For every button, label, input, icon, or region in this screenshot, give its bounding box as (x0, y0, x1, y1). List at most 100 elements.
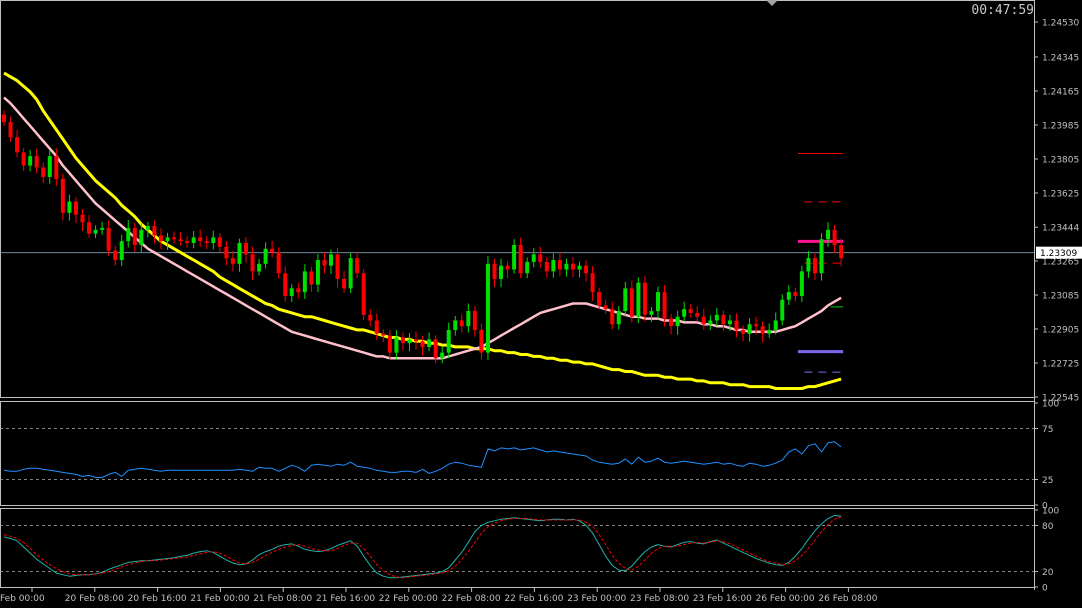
candle-body (41, 167, 46, 177)
candle-body (230, 258, 235, 264)
price-tick-label: 1.23444 (1042, 224, 1079, 234)
stochastic-panel-frame (0, 508, 1035, 588)
trading-chart-window: 00:47:59 1.24530 1.24345 1.24165 1.23985 1.2… (0, 0, 1082, 608)
time-tick-label: 23 Feb 00:00 (567, 594, 626, 604)
candle-body (420, 341, 425, 347)
candle-body (237, 243, 242, 264)
candle-body (812, 258, 817, 274)
time-tick-label: 22 Feb 08:00 (442, 594, 501, 604)
candle-body (172, 237, 177, 240)
stochastic-panel: 100 80 20 0 (0, 507, 1059, 594)
candle-body (826, 229, 831, 240)
candle-body (832, 229, 837, 245)
price-panel-frame (0, 0, 1035, 398)
candle-body (577, 265, 582, 270)
time-axis: Feb 00:00 20 Feb 08:00 20 Feb 16:00 21 Feb … (0, 588, 878, 604)
candle-body (839, 244, 844, 259)
candle-body (499, 265, 504, 279)
candle-body (100, 227, 105, 230)
candle-body (714, 314, 719, 321)
candle-body (544, 261, 549, 272)
candle-body (283, 273, 288, 296)
chart-svg[interactable]: 1.24530 1.24345 1.24165 1.23985 1.23805 1.236… (0, 0, 1082, 608)
time-tick-label: 23 Feb 08:00 (630, 594, 689, 604)
rsi-tick-label: 25 (1042, 476, 1053, 486)
panel-frames (0, 0, 1035, 590)
candle-body (590, 273, 595, 293)
candle-body (741, 329, 746, 334)
candle-body (381, 333, 386, 336)
candle-body (368, 314, 373, 321)
candle-body (459, 320, 464, 327)
candle-body (819, 239, 824, 274)
current-price-label: 1.23309 (1040, 249, 1077, 259)
rsi-tick-label: 100 (1042, 400, 1059, 410)
time-tick-label: 22 Feb 16:00 (504, 594, 563, 604)
chart-shift-marker-icon[interactable] (766, 0, 778, 6)
candle-body (525, 261, 530, 274)
candle-body (329, 254, 333, 266)
candle-body (289, 288, 294, 296)
candle-body (322, 260, 327, 266)
candle-body (198, 237, 203, 242)
candle-body (440, 352, 445, 359)
price-tick-label: 1.23805 (1042, 155, 1079, 165)
candle-body (407, 339, 412, 344)
candle-body (374, 320, 379, 334)
candle-body (747, 324, 752, 334)
stoch-tick-label: 0 (1042, 584, 1048, 594)
candle-body (708, 320, 713, 325)
candle-body (158, 235, 163, 242)
rsi-panel: 10075250 (0, 400, 1059, 512)
candle-body (361, 273, 366, 315)
candle-body (250, 254, 255, 272)
candle-body (701, 316, 706, 325)
candle-body (302, 271, 307, 293)
candle-body (2, 114, 6, 123)
rsi-tick-label: 75 (1042, 425, 1053, 435)
stoch-signal-line (3, 516, 842, 579)
candle-body (8, 122, 13, 138)
price-tick-label: 1.24165 (1042, 87, 1079, 97)
rsi-panel-frame (0, 401, 1035, 506)
stoch-main-line (3, 514, 842, 579)
candle-body (400, 337, 405, 344)
time-tick-label: Feb 00:00 (0, 594, 45, 604)
candle-body (564, 263, 569, 270)
candle-body (629, 288, 634, 317)
candle-body (191, 237, 196, 244)
candle-body (669, 318, 674, 327)
time-tick-label: 26 Feb 08:00 (818, 594, 877, 604)
candle-body (276, 252, 281, 274)
candle-body (649, 311, 654, 315)
candle-body (387, 335, 392, 353)
time-tick-label: 22 Feb 00:00 (379, 594, 438, 604)
candle-body (217, 237, 222, 247)
candle-body (211, 237, 216, 244)
candle-body (727, 320, 732, 325)
stoch-tick-label: 100 (1042, 507, 1059, 517)
candle-body (466, 311, 471, 327)
candle-body (342, 278, 347, 289)
candle-body (355, 258, 360, 274)
candle-body (551, 260, 556, 272)
candle-body (270, 248, 275, 253)
candle-body (662, 292, 667, 319)
horizontal-levels[interactable] (0, 153, 1034, 373)
price-tick-label: 1.23625 (1042, 189, 1079, 199)
time-tick-label: 21 Feb 00:00 (190, 594, 249, 604)
candle-body (597, 292, 602, 306)
stoch-tick-label: 80 (1042, 522, 1054, 532)
candle-body (773, 320, 778, 330)
candle-body (806, 258, 811, 272)
candle-body (73, 201, 78, 215)
candle-body (263, 248, 268, 264)
price-tick-label: 1.22905 (1042, 325, 1079, 335)
candle-body (126, 227, 131, 242)
candle-body (656, 292, 660, 312)
time-tick-label: 23 Feb 16:00 (693, 594, 752, 604)
candle-body (309, 271, 314, 285)
candle-body (296, 288, 301, 293)
candle-body (427, 339, 432, 347)
time-tick-label: 21 Feb 08:00 (253, 594, 312, 604)
